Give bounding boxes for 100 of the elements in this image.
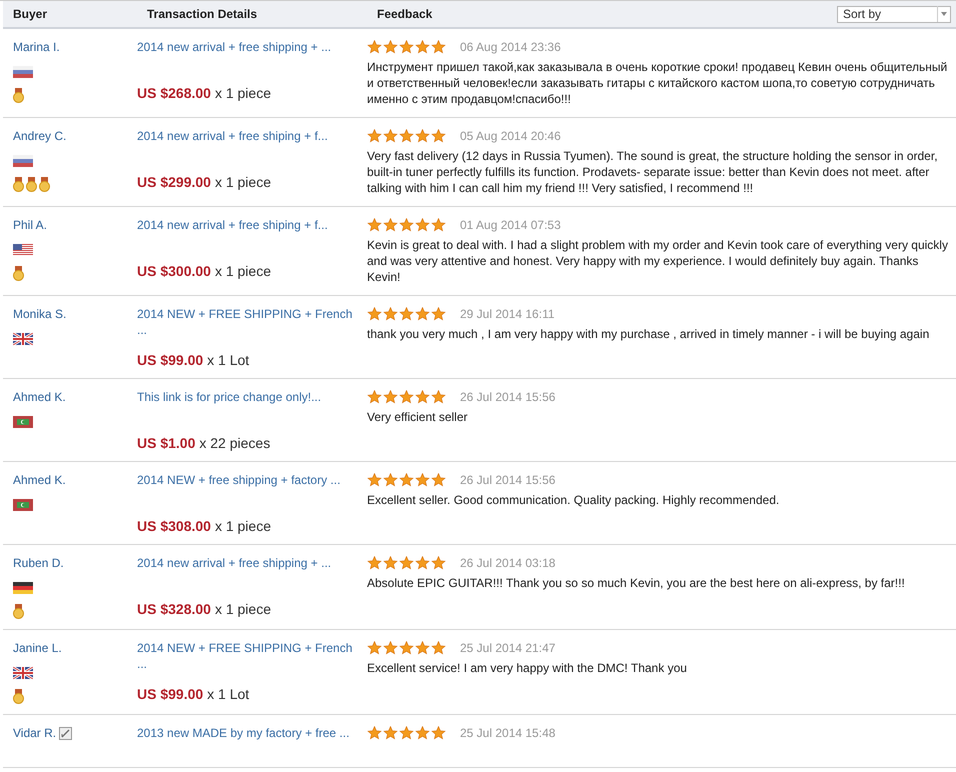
buyer-name[interactable]: Ahmed K. xyxy=(13,390,66,404)
medal-icon xyxy=(13,88,24,103)
flag-icon xyxy=(13,155,33,167)
medal-icon xyxy=(39,177,50,192)
star-icon xyxy=(431,307,446,321)
flag-icon xyxy=(13,244,33,256)
star-icon xyxy=(383,726,398,740)
feedback-text: Absolute EPIC GUITAR!!! Thank you so so much Kevin, you are the best here on ali-express, by far!!! xyxy=(367,575,906,591)
medal-icon xyxy=(13,266,24,281)
flag-icon xyxy=(13,333,33,345)
feedback-date: 06 Aug 2014 23:36 xyxy=(460,40,561,54)
star-icon xyxy=(383,307,398,321)
column-header: Buyer xyxy=(12,7,48,21)
medal-icon xyxy=(13,177,24,192)
medal-icon xyxy=(13,604,24,619)
product-link[interactable]: 2014 NEW + FREE SHIPPING + French ... xyxy=(137,306,363,338)
star-icon xyxy=(383,473,398,487)
price: US $300.00 xyxy=(137,263,211,279)
feedback-text: Very efficient seller xyxy=(367,409,468,425)
star-icon xyxy=(367,40,382,54)
star-icon xyxy=(431,218,446,232)
buyer-name[interactable]: Phil A. xyxy=(13,218,48,232)
buyer-name[interactable]: Marina I. xyxy=(13,40,60,54)
quantity: x 1 piece xyxy=(214,518,271,534)
sort-dropdown[interactable]: Sort by xyxy=(837,6,951,22)
medal-icon xyxy=(26,177,37,192)
product-link[interactable]: 2014 new arrival + free shipping + ... xyxy=(137,39,363,71)
quantity: x 1 piece xyxy=(214,263,271,279)
buyer-name[interactable]: Andrey C. xyxy=(13,129,66,143)
star-icon xyxy=(399,40,414,54)
price: US $1.00 xyxy=(137,435,196,451)
star-icon xyxy=(431,390,446,404)
star-icon xyxy=(383,40,398,54)
feedback-date: 05 Aug 2014 20:46 xyxy=(460,129,561,143)
star-icon xyxy=(415,641,430,655)
star-icon xyxy=(415,129,430,143)
star-icon xyxy=(415,390,430,404)
product-link[interactable]: 2014 new arrival + free shipping + ... xyxy=(137,555,363,587)
price: US $328.00 xyxy=(137,601,211,617)
product-link[interactable]: 2013 new MADE by my factory + free ... xyxy=(137,725,363,757)
star-icon xyxy=(383,556,398,570)
buyer-name[interactable]: Janine L. xyxy=(13,641,62,655)
star-icon xyxy=(415,556,430,570)
star-icon xyxy=(431,641,446,655)
quantity: x 1 piece xyxy=(214,174,271,190)
buyer-name[interactable]: Monika S. xyxy=(13,307,66,321)
star-icon xyxy=(399,129,414,143)
flag-icon xyxy=(13,499,33,511)
medal-icon xyxy=(13,689,24,704)
star-icon xyxy=(399,218,414,232)
dropdown-arrow-icon xyxy=(937,6,950,22)
feedback-text: Инструмент пришел такой,как заказывала в очень короткие сроки! продавец Кевин очень общительный и ответственный человек!если заказывать гитары с китайского кастом шопа,то советую сотрудничать именно с этим продавцом!спасибо!!! xyxy=(367,59,948,107)
star-icon xyxy=(367,307,382,321)
product-link[interactable]: 2014 new arrival + free shiping + f... xyxy=(137,128,363,160)
star-icon xyxy=(431,556,446,570)
feedback-date: 25 Jul 2014 15:48 xyxy=(460,726,556,740)
feedback-text: thank you very much , I am very happy with my purchase , arrived in timely manner - i will be buying again xyxy=(367,326,930,342)
flag-icon xyxy=(13,416,33,428)
star-icon xyxy=(383,129,398,143)
product-link[interactable]: 2014 NEW + FREE SHIPPING + French ... xyxy=(137,640,363,672)
price: US $308.00 xyxy=(137,518,211,534)
flag-icon xyxy=(13,582,33,594)
buyer-name[interactable]: Vidar R. xyxy=(13,726,56,740)
buyer-name[interactable]: Ruben D. xyxy=(13,556,64,570)
star-icon xyxy=(431,129,446,143)
feedback-date: 26 Jul 2014 03:18 xyxy=(460,556,556,570)
flag-icon xyxy=(13,667,33,679)
star-icon xyxy=(399,307,414,321)
star-icon xyxy=(367,473,382,487)
product-link[interactable]: 2014 NEW + free shipping + factory ... xyxy=(137,472,363,504)
star-icon xyxy=(383,218,398,232)
product-link[interactable]: 2014 new arrival + free shiping + f... xyxy=(137,217,363,249)
feedback-date: 25 Jul 2014 21:47 xyxy=(460,641,556,655)
star-icon xyxy=(399,726,414,740)
feedback-date: 26 Jul 2014 15:56 xyxy=(460,473,556,487)
star-icon xyxy=(415,726,430,740)
star-icon xyxy=(367,390,382,404)
star-icon xyxy=(415,40,430,54)
column-header: Transaction Details xyxy=(147,7,258,21)
quantity: x 1 Lot xyxy=(207,352,250,368)
star-icon xyxy=(431,726,446,740)
quantity: x 1 piece xyxy=(214,85,271,101)
buyer-name[interactable]: Ahmed K. xyxy=(13,473,66,487)
feedback-date: 01 Aug 2014 07:53 xyxy=(460,218,561,232)
quantity: x 22 pieces xyxy=(199,435,270,451)
price: US $99.00 xyxy=(137,686,204,702)
feedback-text: Kevin is great to deal with. I had a slight problem with my order and Kevin took care of everything very quickly and was very attentive and honest. Very happy with my experience. I would definitely buy again. Thanks Kevin! xyxy=(367,237,948,285)
star-icon xyxy=(367,556,382,570)
star-icon xyxy=(399,473,414,487)
feedback-date: 26 Jul 2014 15:56 xyxy=(460,390,556,404)
star-icon xyxy=(399,641,414,655)
star-icon xyxy=(431,473,446,487)
star-icon xyxy=(399,556,414,570)
product-link[interactable]: This link is for price change only!... xyxy=(137,389,363,421)
star-icon xyxy=(367,726,382,740)
feedback-date: 29 Jul 2014 16:11 xyxy=(460,307,555,321)
star-icon xyxy=(415,307,430,321)
star-icon xyxy=(383,641,398,655)
star-icon xyxy=(383,390,398,404)
price: US $99.00 xyxy=(137,352,204,368)
